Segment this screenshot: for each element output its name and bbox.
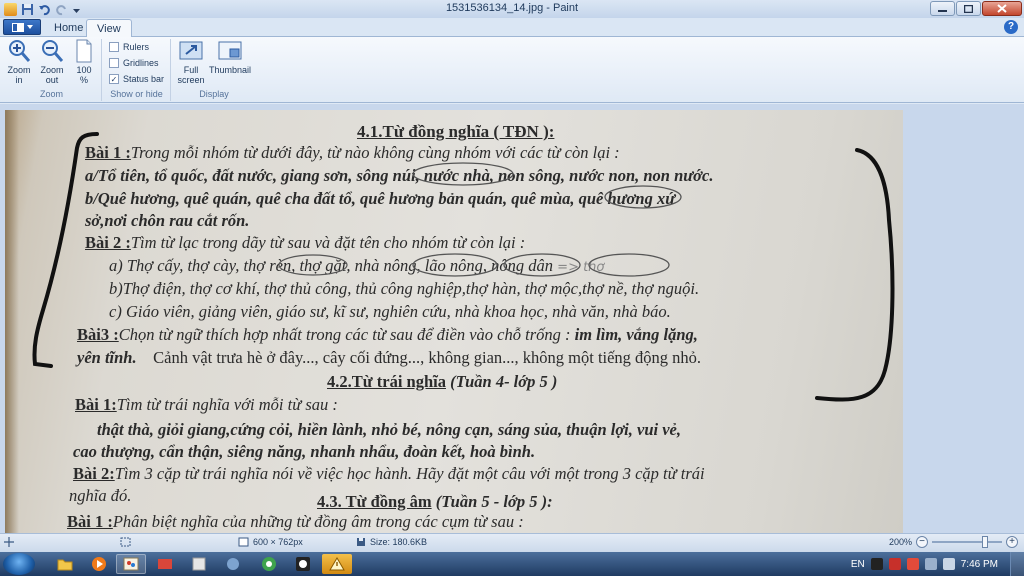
handwritten-marks bbox=[32, 132, 895, 402]
tray-volume-icon[interactable] bbox=[942, 558, 955, 570]
camera-app-icon[interactable] bbox=[288, 554, 318, 574]
taskbar: EN 7:46 PM bbox=[0, 552, 1024, 576]
maximize-button[interactable] bbox=[956, 1, 981, 16]
menu-icon bbox=[11, 22, 24, 32]
zoom-slider[interactable] bbox=[932, 536, 1002, 548]
fullscreen-icon bbox=[179, 41, 203, 60]
disk-icon bbox=[357, 538, 365, 546]
window-title: 1531536134_14.jpg - Paint bbox=[445, 2, 579, 14]
zoom-out-small-button[interactable]: − bbox=[916, 536, 928, 548]
selection-size-icon bbox=[120, 537, 131, 547]
image-dimensions: 600 × 762px bbox=[238, 537, 303, 547]
redo-icon[interactable] bbox=[55, 3, 68, 16]
statusbar-checkbox[interactable]: ✓ Status bar bbox=[109, 74, 164, 84]
unikey-icon[interactable] bbox=[150, 554, 180, 574]
clock[interactable]: 7:46 PM bbox=[961, 559, 998, 570]
tab-view[interactable]: View bbox=[86, 19, 132, 38]
group-label: Show or hide bbox=[110, 89, 163, 99]
show-desktop-button[interactable] bbox=[1010, 552, 1024, 576]
thumbnail-button[interactable]: Thumbnail bbox=[208, 39, 252, 75]
warning-icon[interactable] bbox=[322, 554, 352, 574]
dimensions-icon bbox=[238, 537, 249, 547]
system-tray: EN 7:46 PM bbox=[851, 552, 1024, 576]
paint-menu-button[interactable] bbox=[3, 19, 41, 35]
chevron-down-icon bbox=[26, 25, 33, 29]
customize-dropdown-icon[interactable] bbox=[72, 3, 85, 16]
fullscreen-button[interactable]: Full screen bbox=[176, 39, 206, 85]
image-canvas[interactable]: 4.1.Từ đồng nghĩa ( TĐN ): Bài 1 :Trong … bbox=[5, 110, 903, 533]
checkbox-box bbox=[109, 42, 119, 52]
zoom-group: Zoom in Zoom out 100 % Zoom bbox=[2, 39, 102, 101]
media-player-icon[interactable] bbox=[84, 554, 114, 574]
paint-app-icon[interactable] bbox=[4, 2, 17, 16]
close-button[interactable] bbox=[982, 1, 1022, 16]
zoom-level: 200% bbox=[888, 537, 912, 547]
gridlines-checkbox[interactable]: Gridlines bbox=[109, 58, 159, 68]
save-icon[interactable] bbox=[21, 3, 34, 16]
language-indicator[interactable]: EN bbox=[851, 559, 865, 570]
ribbon-view: Zoom in Zoom out 100 % Zoom Rulers Gridl… bbox=[0, 37, 1024, 103]
zoom-control: 200% − + bbox=[889, 536, 1018, 548]
group-label: Display bbox=[199, 89, 229, 99]
explorer-icon[interactable] bbox=[50, 554, 80, 574]
document-photo: 4.1.Từ đồng nghĩa ( TĐN ): Bài 1 :Trong … bbox=[5, 110, 903, 533]
zoom-out-icon bbox=[42, 40, 63, 62]
minimize-button[interactable] bbox=[930, 1, 955, 16]
quick-access-toolbar bbox=[0, 2, 85, 16]
tray-vietkey-icon[interactable] bbox=[906, 558, 919, 570]
paint-taskbar-icon[interactable] bbox=[116, 554, 146, 574]
checkbox-box bbox=[109, 58, 119, 68]
tray-camera-icon[interactable] bbox=[870, 558, 883, 570]
actual-size-button[interactable]: 100 % bbox=[72, 39, 96, 85]
thumbnail-icon bbox=[218, 41, 242, 60]
app-icon[interactable] bbox=[184, 554, 214, 574]
status-bar: 600 × 762px Size: 180.6KB 200% − + bbox=[0, 533, 1024, 552]
help-icon[interactable]: ? bbox=[1004, 20, 1018, 34]
canvas-area[interactable]: 4.1.Từ đồng nghĩa ( TĐN ): Bài 1 :Trong … bbox=[0, 104, 1024, 533]
zoom-in-small-button[interactable]: + bbox=[1006, 536, 1018, 548]
tray-network-icon[interactable] bbox=[924, 558, 937, 570]
tray-antivirus-icon[interactable] bbox=[888, 558, 901, 570]
file-size: Size: 180.6KB bbox=[356, 537, 427, 547]
checkmark-icon: ✓ bbox=[109, 74, 119, 84]
group-label: Zoom bbox=[39, 89, 63, 99]
display-group: Full screen Thumbnail Display bbox=[172, 39, 256, 101]
ribbon-tabs: Home View ? bbox=[0, 18, 1024, 38]
cursor-position-icon bbox=[4, 537, 14, 547]
zoom-out-button[interactable]: Zoom out bbox=[38, 39, 66, 85]
undo-icon[interactable] bbox=[38, 3, 51, 16]
page-icon bbox=[76, 39, 92, 63]
show-hide-group: Rulers Gridlines ✓ Status bar Show or hid… bbox=[103, 39, 171, 101]
zoom-slider-thumb[interactable] bbox=[982, 536, 988, 548]
zoom-in-button[interactable]: Zoom in bbox=[6, 39, 32, 85]
network-app-icon[interactable] bbox=[218, 554, 248, 574]
title-bar: 1531536134_14.jpg - Paint bbox=[0, 0, 1024, 18]
chrome-icon[interactable] bbox=[254, 554, 284, 574]
start-button[interactable] bbox=[3, 553, 35, 575]
rulers-checkbox[interactable]: Rulers bbox=[109, 42, 149, 52]
zoom-in-icon bbox=[9, 40, 30, 62]
